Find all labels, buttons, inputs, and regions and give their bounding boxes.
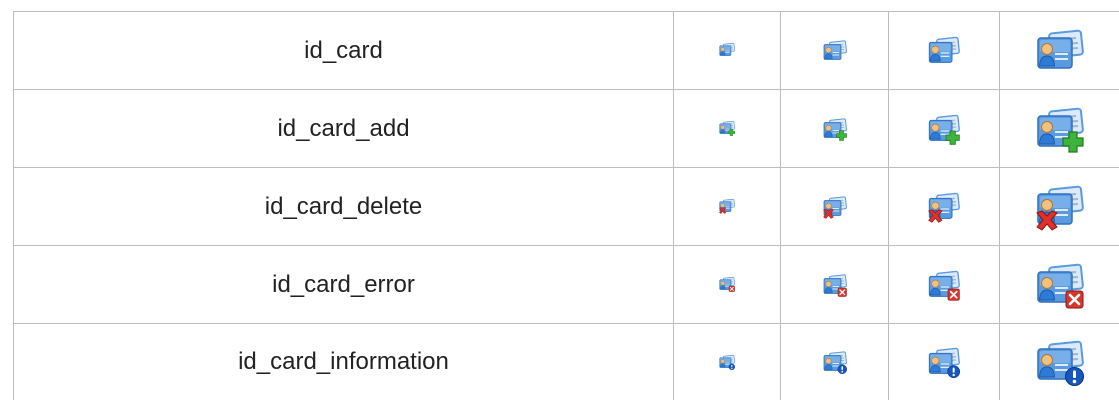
icon-cell-32 (889, 324, 1000, 400)
icon-cell-24 (781, 90, 889, 168)
id-card-information-icon (719, 354, 735, 370)
id-card-error-icon (823, 273, 847, 297)
id-card-add-icon (928, 113, 960, 145)
icon-cell-32 (889, 246, 1000, 324)
icon-cell-24 (781, 246, 889, 324)
icon-name: id_card_delete (14, 168, 674, 246)
icon-cell-24 (781, 324, 889, 400)
table-row: id_card (14, 12, 1119, 90)
icon-name: id_card_add (14, 90, 674, 168)
icon-cell-16 (674, 90, 781, 168)
icon-cell-48 (1000, 246, 1119, 324)
icon-cell-24 (781, 168, 889, 246)
table-row: id_card_information (14, 324, 1119, 400)
id-card-add-icon (719, 120, 735, 136)
icon-cell-32 (889, 90, 1000, 168)
icon-name: id_card_error (14, 246, 674, 324)
id-card-icon (1036, 27, 1084, 75)
icon-cell-48 (1000, 90, 1119, 168)
id-card-delete-icon (928, 191, 960, 223)
id-card-error-icon (928, 269, 960, 301)
id-card-delete-icon (719, 198, 735, 214)
icon-cell-32 (889, 12, 1000, 90)
table-row: id_card_add (14, 90, 1119, 168)
icon-cell-16 (674, 246, 781, 324)
id-card-add-icon (823, 117, 847, 141)
id-card-information-icon (1036, 338, 1084, 386)
icon-cell-16 (674, 12, 781, 90)
icon-cell-48 (1000, 324, 1119, 400)
id-card-icon (928, 35, 960, 67)
table-row: id_card_error (14, 246, 1119, 324)
id-card-icon (719, 42, 735, 58)
table-row: id_card_delete (14, 168, 1119, 246)
id-card-error-icon (1036, 261, 1084, 309)
icon-cell-24 (781, 12, 889, 90)
id-card-error-icon (719, 276, 735, 292)
id-card-information-icon (928, 346, 960, 378)
icon-cell-32 (889, 168, 1000, 246)
id-card-delete-icon (1036, 183, 1084, 231)
icon-name: id_card_information (14, 324, 674, 400)
icon-cell-48 (1000, 168, 1119, 246)
icon-table-body: id_card id_card_add id_card_delete id_ca… (14, 12, 1119, 400)
icon-table: id_card id_card_add id_card_delete id_ca… (13, 11, 1119, 400)
id-card-icon (823, 39, 847, 63)
icon-cell-16 (674, 324, 781, 400)
icon-cell-16 (674, 168, 781, 246)
id-card-add-icon (1036, 105, 1084, 153)
icon-cell-48 (1000, 12, 1119, 90)
id-card-delete-icon (823, 195, 847, 219)
id-card-information-icon (823, 350, 847, 374)
icon-name: id_card (14, 12, 674, 90)
